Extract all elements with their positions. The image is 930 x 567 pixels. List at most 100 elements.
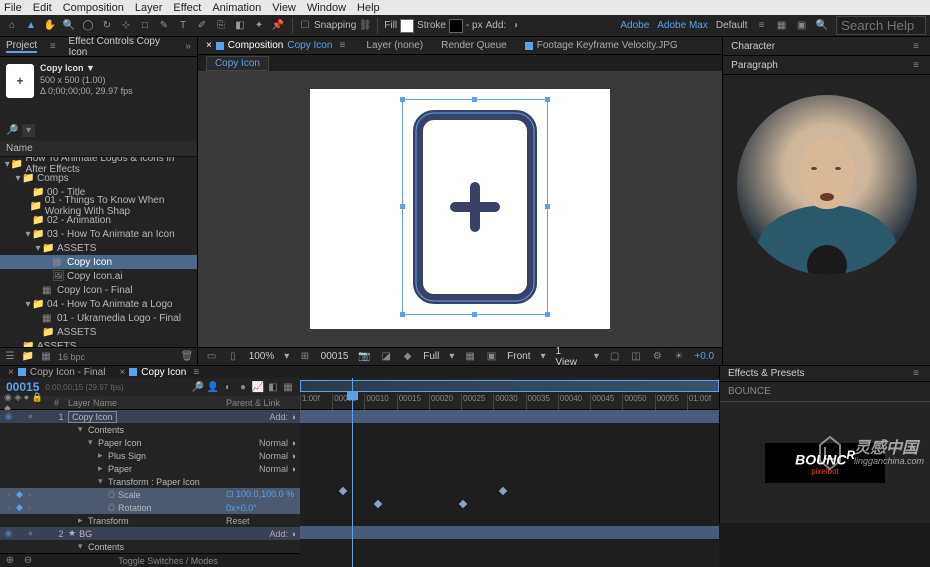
tree-row[interactable]: 📁ASSETS <box>0 325 197 339</box>
new-folder-icon[interactable]: 📁 <box>22 351 34 363</box>
workspace-menu-icon[interactable]: ≡ <box>756 20 768 32</box>
interpret-icon[interactable]: ☰ <box>4 351 16 363</box>
vf-cam-icon[interactable]: ▣ <box>486 351 497 363</box>
panel-menu-icon[interactable]: » <box>185 41 191 52</box>
search-icon[interactable]: 🔎 <box>6 125 18 137</box>
puppet-tool-icon[interactable]: 📌 <box>270 18 286 34</box>
tl-snap-icon[interactable]: ◧ <box>267 381 279 393</box>
vf-grid-icon[interactable]: ⊞ <box>299 351 310 363</box>
keyframe[interactable] <box>339 487 347 495</box>
search-dd[interactable]: ▾ <box>22 124 35 137</box>
work-area[interactable] <box>300 380 719 392</box>
time-ruler[interactable]: 1:00f00005000100001500020000250003000035… <box>300 378 719 410</box>
ws-opt2-icon[interactable]: ▣ <box>796 20 808 32</box>
snap-opts-icon[interactable]: ⛓ <box>359 20 371 32</box>
ws-opt1-icon[interactable]: ▦ <box>776 20 788 32</box>
tl-tab-menu-icon[interactable]: ≡ <box>190 366 202 378</box>
timeline-row[interactable]: ▸Plus SignNormal ◑ <box>0 449 300 462</box>
panel-menu-icon[interactable]: ≡ <box>910 40 922 52</box>
views-value[interactable]: 1 View <box>556 346 584 368</box>
keyframe[interactable] <box>374 500 382 508</box>
anchor-tool-icon[interactable]: ⊹ <box>118 18 134 34</box>
tree-row[interactable]: ▦01 - Ukramedia Logo - Final <box>0 311 197 325</box>
timeline-row[interactable]: ▾Contents <box>0 423 300 436</box>
bpc-toggle[interactable]: 16 bpc <box>58 352 85 362</box>
adobe-max-link[interactable]: Adobe Max <box>657 20 708 31</box>
character-panel[interactable]: Character <box>731 41 775 52</box>
tl-graph-icon[interactable]: 📈 <box>252 381 264 393</box>
comp-tab-menu-icon[interactable]: ≡ <box>336 40 348 52</box>
tab-render-queue[interactable]: Render Queue <box>441 40 507 51</box>
tl-zoom-icon[interactable]: ⊕ <box>4 555 16 567</box>
rotate-tool-icon[interactable]: ↻ <box>99 18 115 34</box>
stroke-swatch[interactable] <box>449 19 463 33</box>
panel-menu-icon[interactable]: ≡ <box>910 59 922 71</box>
paragraph-panel[interactable]: Paragraph <box>731 60 778 71</box>
workspace-label[interactable]: Default <box>716 20 748 31</box>
new-comp-icon[interactable]: ▦ <box>40 351 52 363</box>
timeline-row[interactable]: ◉●2★BGAdd: ◑ <box>0 527 300 540</box>
tl-tab-copy[interactable]: × Copy Icon ≡ <box>119 366 202 378</box>
tree-row[interactable]: ▾📁04 - How To Animate a Logo <box>0 297 197 311</box>
vf-mag-icon[interactable]: ▭ <box>206 351 217 363</box>
vf-op3-icon[interactable]: ⚙ <box>652 351 663 363</box>
flow-tab-copy-icon[interactable]: Copy Icon <box>206 56 269 71</box>
tree-row[interactable]: ▦Copy Icon - Final <box>0 283 197 297</box>
timeline-tracks[interactable]: 1:00f00005000100001500020000250003000035… <box>300 378 719 567</box>
tab-composition[interactable]: × Composition Copy Icon ≡ <box>206 40 348 52</box>
col-layer-name[interactable]: Layer Name <box>68 398 226 408</box>
tl-search-icon[interactable]: 🔎 <box>192 381 204 393</box>
layer-track[interactable] <box>300 526 719 539</box>
vf-roi-icon[interactable]: ◪ <box>380 351 391 363</box>
vf-op2-icon[interactable]: ◫ <box>630 351 641 363</box>
trash-icon[interactable]: 🗑 <box>181 351 193 363</box>
effects-presets-title[interactable]: Effects & Presets <box>728 368 805 379</box>
tl-shy-icon[interactable]: 👤 <box>207 381 219 393</box>
timeline-row[interactable]: ◉●1Copy IconAdd: ◑ <box>0 410 300 423</box>
camera-value[interactable]: Front <box>507 351 530 362</box>
menu-file[interactable]: File <box>4 2 22 14</box>
tl-3d-icon[interactable]: ▦ <box>282 381 294 393</box>
effects-search[interactable]: BOUNCE <box>720 382 930 402</box>
tab-effect-controls[interactable]: Effect Controls Copy Icon <box>68 36 175 58</box>
fill-swatch[interactable] <box>400 19 414 33</box>
selection-tool-icon[interactable]: ▲ <box>23 18 39 34</box>
comp-thumbnail-icon[interactable] <box>6 64 34 98</box>
zoom-tool-icon[interactable]: 🔍 <box>61 18 77 34</box>
vf-op1-icon[interactable]: ▢ <box>609 351 620 363</box>
menu-help[interactable]: Help <box>357 2 380 14</box>
add-menu-icon[interactable]: ◑ <box>509 20 521 32</box>
text-tool-icon[interactable]: T <box>175 18 191 34</box>
bouncr-preset[interactable]: BOUNCR pixelbot <box>765 443 885 483</box>
toggle-switches[interactable]: Toggle Switches / Modes <box>118 556 218 566</box>
rect-tool-icon[interactable]: □ <box>137 18 153 34</box>
roto-tool-icon[interactable]: ✦ <box>251 18 267 34</box>
stroke-width[interactable]: - px <box>466 20 483 31</box>
timeline-row[interactable]: ▸TransformReset <box>0 514 300 527</box>
tl-opt-icon[interactable]: ⊖ <box>22 555 34 567</box>
orbit-tool-icon[interactable]: ◯ <box>80 18 96 34</box>
vf-3d-icon[interactable]: ▦ <box>464 351 475 363</box>
project-menu-icon[interactable]: ≡ <box>47 41 58 53</box>
menu-composition[interactable]: Composition <box>63 2 124 14</box>
playhead[interactable] <box>352 378 353 567</box>
menu-animation[interactable]: Animation <box>212 2 261 14</box>
adobe-link[interactable]: Adobe <box>620 20 649 31</box>
hand-tool-icon[interactable]: ✋ <box>42 18 58 34</box>
res-value[interactable]: Full <box>423 351 439 362</box>
tl-mb-icon[interactable]: ● <box>237 381 249 393</box>
menu-edit[interactable]: Edit <box>33 2 52 14</box>
eraser-tool-icon[interactable]: ◧ <box>232 18 248 34</box>
tree-row[interactable]: ▦Copy Icon <box>0 255 197 269</box>
tree-row[interactable]: 📁01 - Things To Know When Working With S… <box>0 199 197 213</box>
exposure-value[interactable]: +0.0 <box>694 351 714 362</box>
vf-ch-icon[interactable]: ◆ <box>402 351 413 363</box>
menu-view[interactable]: View <box>272 2 296 14</box>
menu-effect[interactable]: Effect <box>173 2 201 14</box>
timeline-row[interactable]: ▾Contents <box>0 540 300 553</box>
timeline-row[interactable]: ◂◆▸ÖRotation0x+0.0° <box>0 501 300 514</box>
timeline-row[interactable]: ▾Transform : Paper Icon <box>0 475 300 488</box>
tree-row[interactable]: ▾📁03 - How To Animate an Icon <box>0 227 197 241</box>
clone-tool-icon[interactable]: ⎘ <box>213 18 229 34</box>
brush-tool-icon[interactable]: ✐ <box>194 18 210 34</box>
